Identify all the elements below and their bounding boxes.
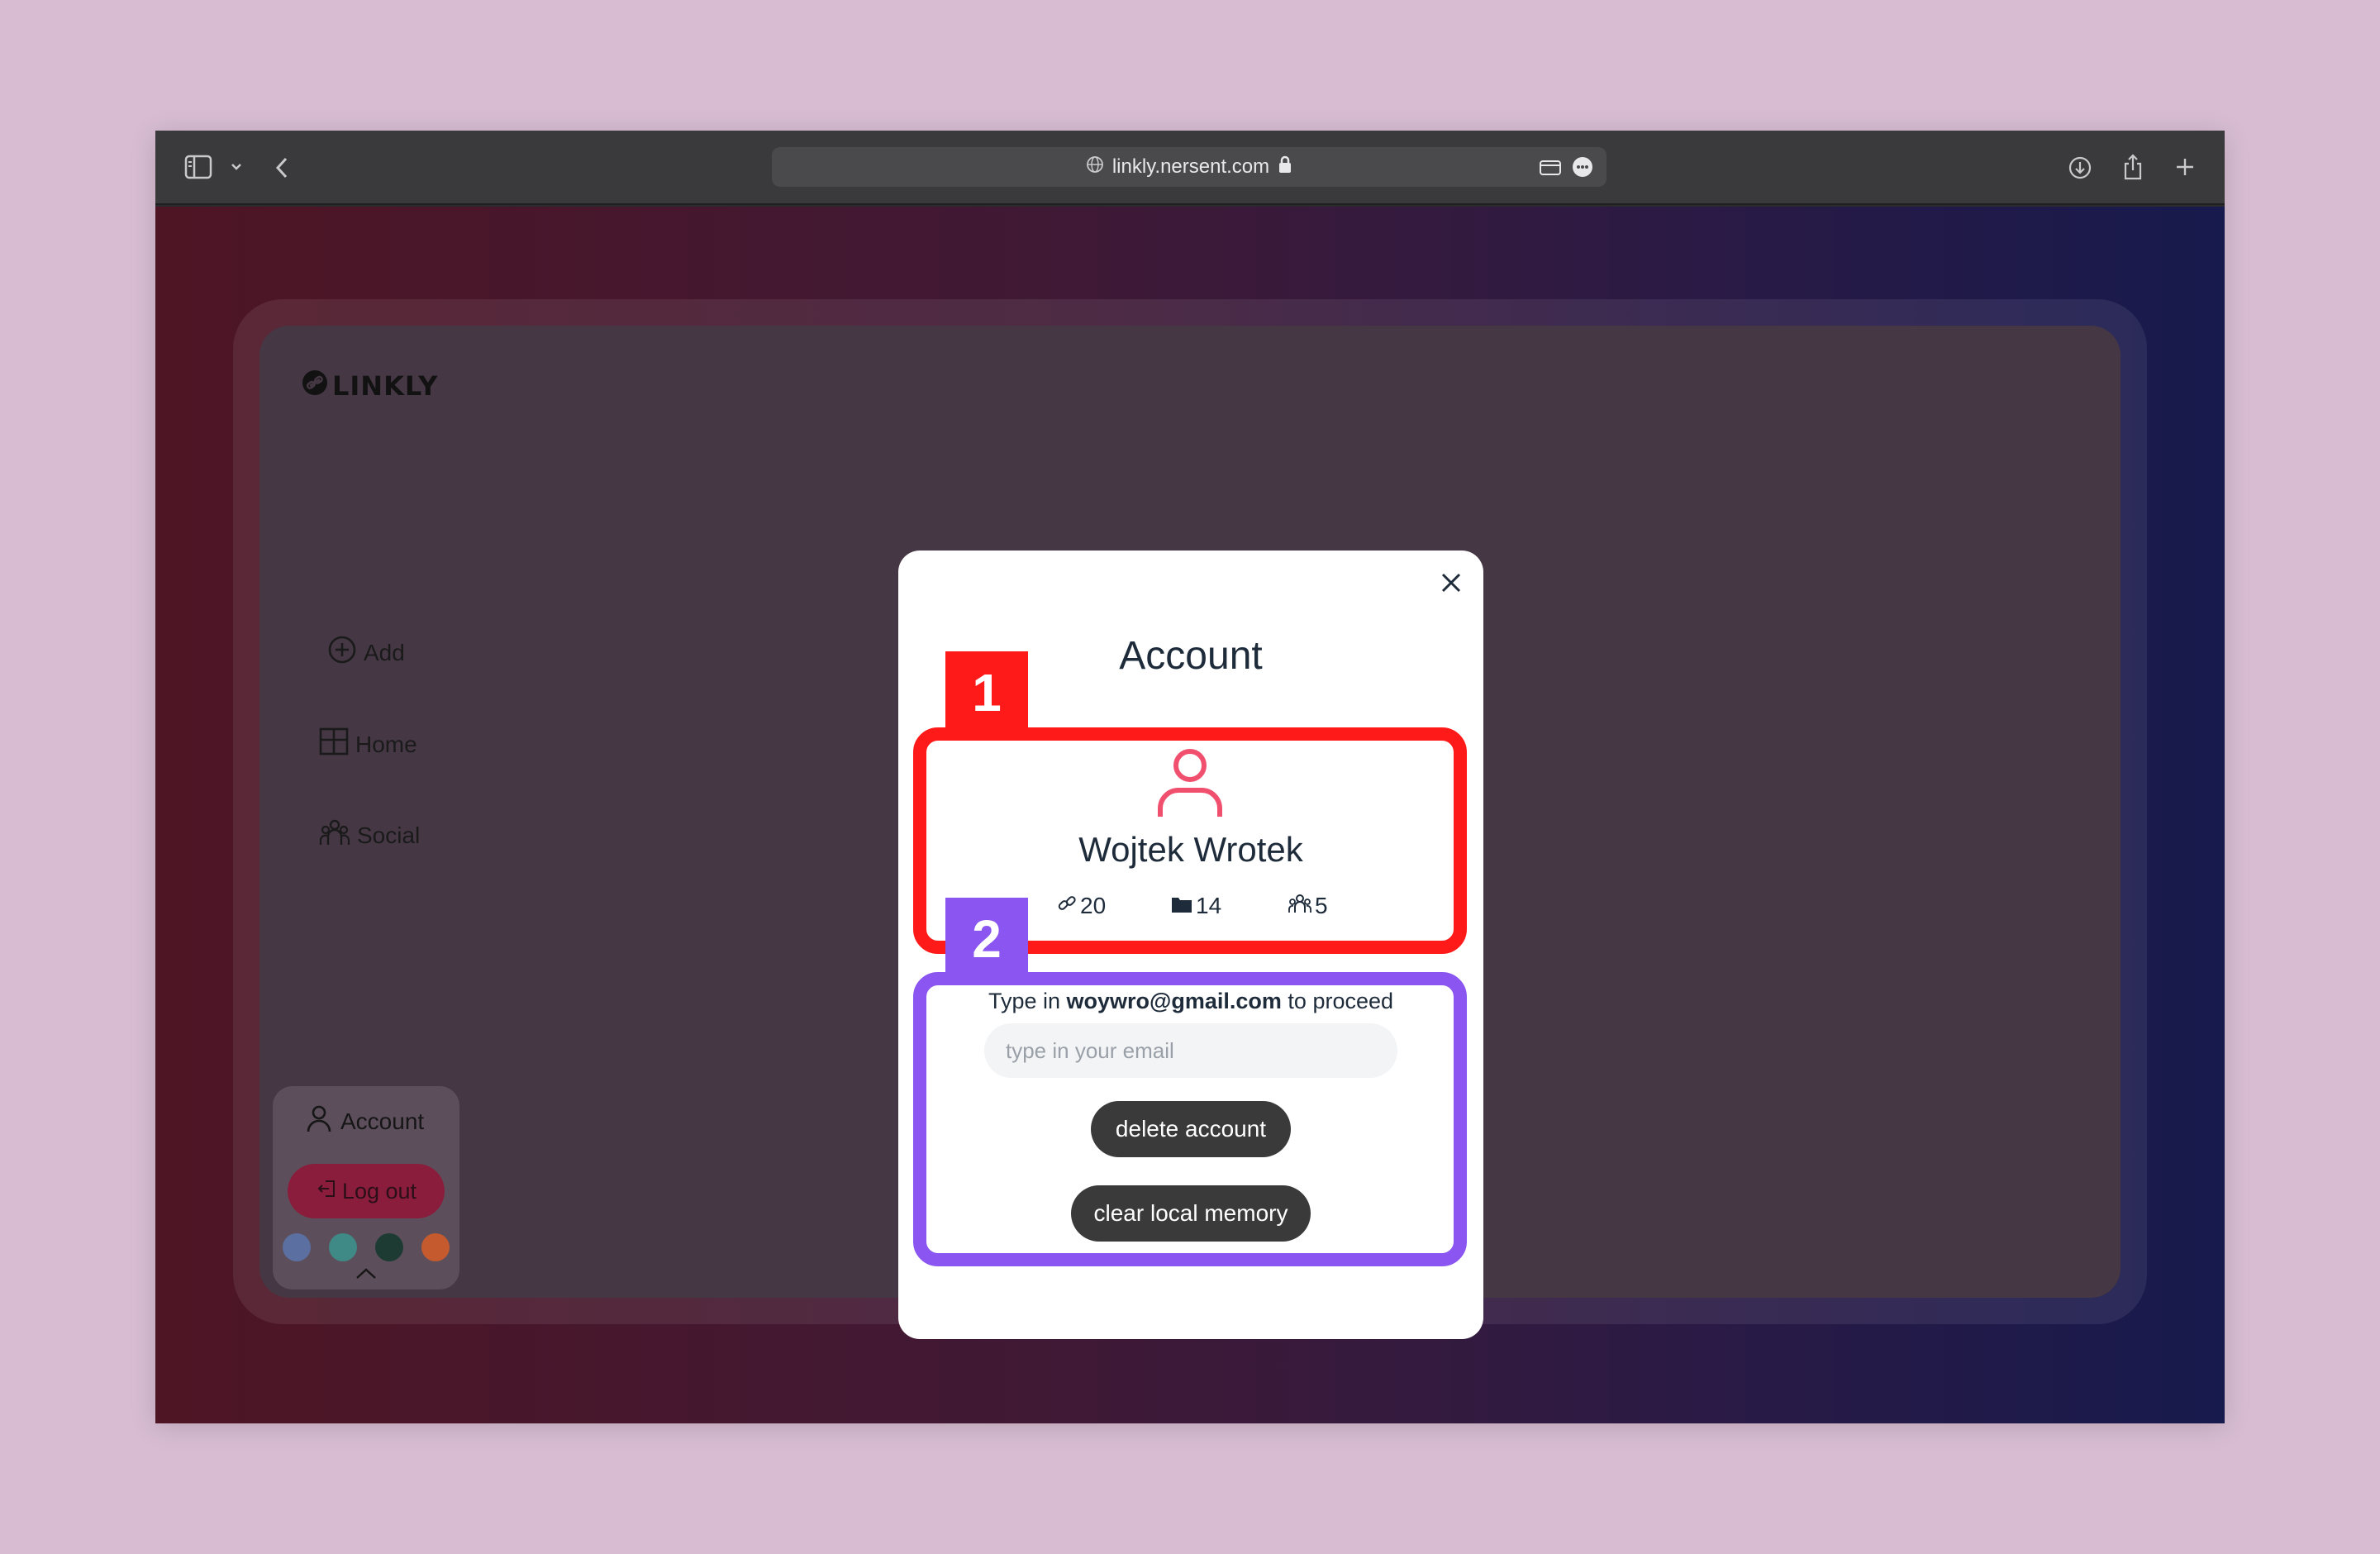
globe-icon [1086, 155, 1104, 179]
stat-folders: 14 [1171, 893, 1221, 919]
back-icon[interactable] [269, 154, 294, 182]
tab-overview-icon[interactable] [1539, 157, 1562, 181]
url-text: linkly.nersent.com [1111, 155, 1270, 178]
user-name: Wojtek Wrotek [1078, 830, 1303, 869]
clear-local-memory-button[interactable]: clear local memory [1071, 1185, 1311, 1242]
annotation-tag-1: 1 [945, 651, 1028, 734]
address-bar[interactable]: linkly.nersent.com [772, 147, 1606, 187]
browser-toolbar: linkly.nersent.com [155, 131, 2225, 205]
modal-overlay: Account 1 Wojtek Wrotek 20 14 5 2 Type i… [155, 207, 2225, 1423]
delete-account-button[interactable]: delete account [1091, 1101, 1291, 1157]
folder-icon [1171, 893, 1192, 919]
new-tab-icon[interactable] [2173, 155, 2197, 179]
stat-links: 20 [1057, 893, 1106, 919]
page-viewport: LINKLY Add Home Social Account Log out A… [155, 207, 2225, 1423]
download-icon[interactable] [2066, 154, 2094, 182]
user-avatar-icon [1155, 747, 1225, 818]
stat-friends: 5 [1288, 893, 1328, 919]
sidebar-toggle-icon[interactable] [183, 154, 213, 180]
close-icon[interactable] [1437, 569, 1465, 597]
confirm-email: woywro@gmail.com [1066, 989, 1282, 1013]
email-input[interactable] [984, 1023, 1397, 1078]
link-icon [1057, 893, 1077, 919]
browser-window: linkly.nersent.com LINKLY Add Home Socia… [155, 131, 2225, 1423]
lock-icon [1278, 155, 1292, 179]
account-modal: Account 1 Wojtek Wrotek 20 14 5 2 Type i… [898, 551, 1483, 1339]
chevron-down-icon[interactable] [228, 159, 245, 175]
confirm-prompt: Type in woywro@gmail.com to proceed [988, 989, 1394, 1013]
annotation-tag-2: 2 [945, 898, 1028, 980]
people-icon [1288, 893, 1311, 919]
share-icon[interactable] [2121, 150, 2145, 184]
more-icon[interactable] [1572, 156, 1593, 182]
